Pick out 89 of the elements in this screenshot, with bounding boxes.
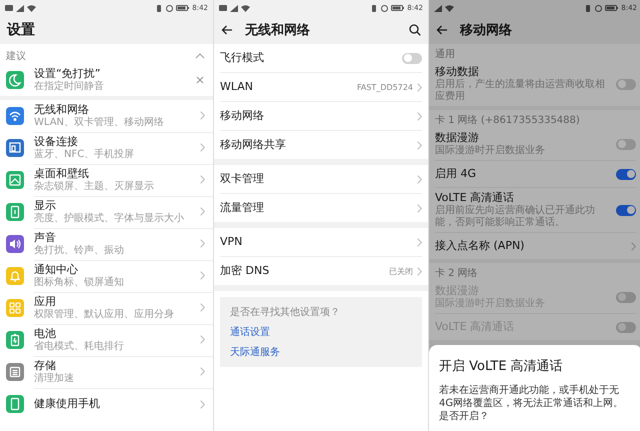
setting-label[interactable]: 移动数据	[435, 65, 610, 79]
setting-label[interactable]: 移动网络	[220, 109, 413, 123]
chevron-icon	[200, 400, 205, 408]
menu-item-title[interactable]: 桌面和壁纸	[34, 166, 154, 180]
settings-link[interactable]: 天际通服务	[230, 345, 280, 359]
setting-label[interactable]: 数据漫游	[435, 131, 610, 145]
chevron-icon	[417, 204, 422, 212]
chevron-icon	[200, 239, 205, 248]
setting-label[interactable]: VoLTE 高清通话	[435, 191, 610, 205]
chevron-icon	[631, 242, 636, 250]
menu-item-subtitle: WLAN、双卡管理、移动网络	[34, 116, 164, 128]
menu-item-subtitle: 亮度、护眼模式、字体与显示大小	[34, 212, 184, 224]
setting-description: 国际漫游时开启数据业务	[435, 145, 546, 157]
toggle-switch[interactable]	[402, 52, 422, 64]
toggle-switch[interactable]	[616, 138, 636, 150]
menu-item-title[interactable]: 电池	[34, 326, 124, 340]
toggle-switch[interactable]	[616, 78, 636, 90]
signal-icon	[434, 4, 442, 12]
setting-label[interactable]: 启用 4G	[435, 167, 610, 181]
chevron-icon	[417, 238, 422, 246]
battery-icon	[605, 5, 618, 11]
wifi-icon	[241, 4, 250, 12]
chevron-icon	[200, 271, 205, 280]
setting-description: 启用前应先向运营商确认已开通此功能，否则可能影响正常通话。	[435, 205, 596, 229]
setting-label[interactable]: 移动网络共享	[220, 138, 413, 152]
moon-icon	[6, 71, 24, 89]
menu-item-subtitle: 省电模式、耗电排行	[34, 340, 124, 352]
setting-label[interactable]: 加密 DNS	[220, 264, 385, 278]
menu-item-subtitle: 免打扰、铃声、振动	[34, 244, 124, 256]
signal-icon	[16, 4, 24, 12]
dialog-message: 若未在运营商开通此功能，或手机处于无4G网络覆盖区，将无法正常通话和上网。是否开启？	[439, 384, 624, 423]
chevron-icon	[417, 174, 422, 184]
chevron-icon	[417, 112, 422, 120]
menu-item-title[interactable]: 无线和网络	[34, 102, 164, 116]
chevron-icon	[200, 207, 205, 216]
help-question: 是否在寻找其他设置项？	[230, 306, 340, 319]
menu-item-subtitle: 杂志锁屏、主题、灭屏显示	[34, 180, 154, 192]
menu-item-subtitle: 清理加速	[34, 372, 74, 384]
section-header: 卡 1 网络 (+8617355335488)	[435, 114, 581, 128]
setting-label[interactable]: 双卡管理	[220, 172, 413, 186]
menu-item-subtitle: 蓝牙、NFC、手机投屏	[34, 148, 134, 160]
search-icon[interactable]	[409, 24, 421, 36]
chevron-icon	[417, 140, 422, 150]
wifi-icon	[27, 4, 36, 12]
wifi-icon	[445, 4, 454, 12]
toggle-switch[interactable]	[616, 168, 636, 180]
suggestion-subtitle: 在指定时间静音	[34, 81, 105, 93]
menu-item-title[interactable]: 声音	[34, 230, 124, 244]
page-title: 移动网络	[460, 22, 512, 39]
battery-icon	[391, 5, 404, 11]
settings-link[interactable]: 通话设置	[230, 325, 270, 339]
chevron-icon	[417, 266, 422, 276]
menu-item-subtitle: 图标角标、锁屏通知	[34, 276, 124, 288]
setting-value: 已关闭	[389, 266, 413, 276]
setting-description: 启用后，产生的流量将由运营商收取相应费用	[435, 79, 606, 103]
back-arrow-icon[interactable]	[436, 25, 448, 35]
chevron-icon	[200, 175, 205, 184]
chevron-icon	[200, 143, 205, 152]
menu-item-title[interactable]: 通知中心	[34, 262, 124, 276]
chevron-icon	[200, 111, 205, 120]
menu-item-subtitle: 权限管理、默认应用、应用分身	[34, 308, 174, 320]
chevron-icon	[200, 367, 205, 376]
menu-item-title[interactable]: 应用	[34, 294, 174, 308]
setting-label[interactable]: 飞行模式	[220, 51, 398, 65]
setting-label[interactable]: VPN	[220, 235, 413, 249]
setting-label[interactable]: 流量管理	[220, 201, 413, 215]
close-icon[interactable]	[196, 76, 204, 84]
chevron-icon	[200, 303, 205, 312]
setting-value: FAST_DD5724	[357, 82, 413, 92]
collapse-icon[interactable]	[195, 53, 205, 59]
page-title: 设置	[7, 21, 35, 39]
page-title: 无线和网络	[245, 22, 310, 39]
setting-label[interactable]: WLAN	[220, 80, 354, 94]
battery-icon	[176, 5, 190, 11]
section-header: 通用	[435, 48, 456, 62]
suggestion-title[interactable]: 设置“免打扰”	[34, 67, 196, 81]
chevron-icon	[417, 82, 422, 92]
signal-icon	[230, 4, 238, 12]
menu-item-title[interactable]: 显示	[34, 198, 184, 212]
setting-label[interactable]: 接入点名称 (APN)	[435, 239, 625, 253]
dialog-title: 开启 VoLTE 高清通话	[439, 358, 564, 375]
menu-item-title[interactable]: 健康使用手机	[34, 397, 100, 411]
section-header: 卡 2 网络	[435, 266, 479, 281]
section-label: 建议	[6, 50, 26, 63]
toggle-switch[interactable]	[616, 204, 636, 216]
menu-item-title[interactable]: 设备连接	[34, 134, 134, 148]
chevron-icon	[200, 335, 205, 344]
back-arrow-icon[interactable]	[221, 25, 233, 35]
menu-item-title[interactable]: 存储	[34, 358, 74, 372]
